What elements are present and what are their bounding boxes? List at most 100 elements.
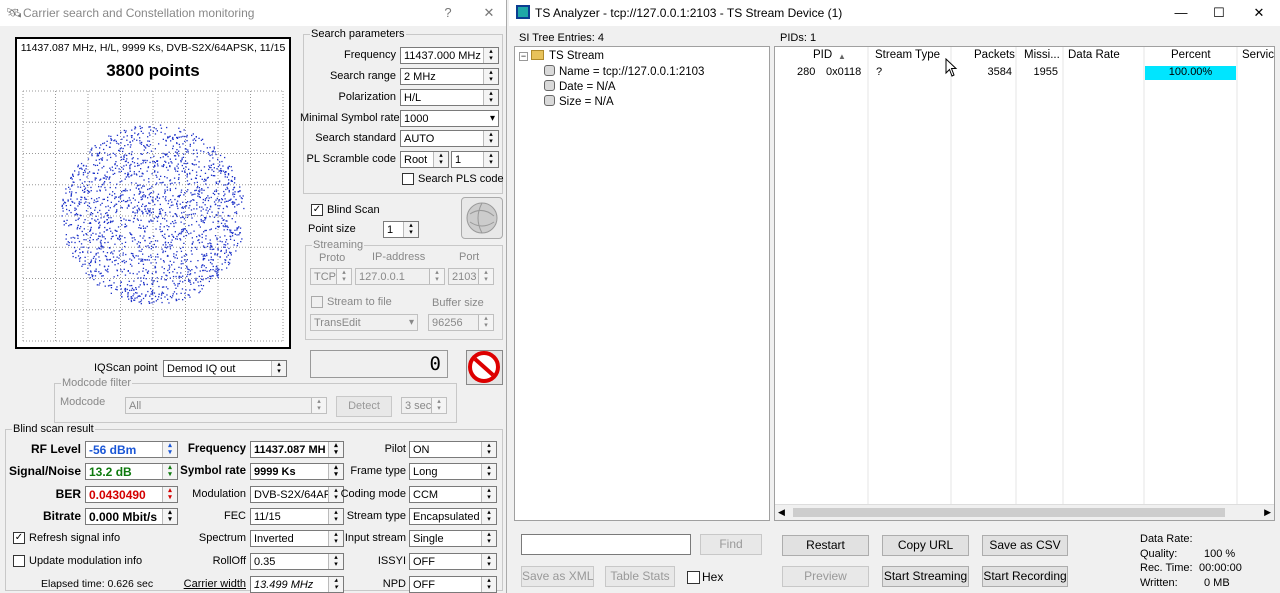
help-icon[interactable]: ? [438, 4, 458, 22]
constellation-point [62, 198, 64, 201]
constellation-point [186, 231, 188, 233]
constellation-point [137, 277, 139, 279]
col-packets[interactable]: Packets [974, 49, 1015, 61]
detect-button[interactable]: Detect [336, 396, 392, 417]
carrier-width-label[interactable]: Carrier width [176, 577, 246, 592]
table-stats-button[interactable]: Table Stats [605, 566, 675, 587]
copy-url-button[interactable]: Copy URL [882, 535, 969, 556]
start-recording-button[interactable]: Start Recording [982, 566, 1068, 587]
maximize-icon[interactable]: ☐ [1209, 4, 1229, 22]
tree-item[interactable]: Size = N/A [544, 95, 614, 108]
constellation-point [134, 165, 136, 167]
buffer-size-input[interactable]: 96256 [428, 314, 494, 331]
constellation-point [227, 167, 229, 169]
constellation-point [181, 157, 183, 159]
constellation-point [141, 172, 144, 175]
horizontal-scrollbar[interactable]: ◀ ▶ [775, 504, 1274, 520]
constellation-point [220, 222, 223, 224]
search-pls-checkbox[interactable] [402, 173, 414, 185]
si-tree[interactable]: − TS Stream Name = tcp://127.0.0.1:2103 D… [514, 46, 770, 521]
constellation-point [152, 161, 154, 163]
scroll-right-icon[interactable]: ▶ [1264, 507, 1271, 518]
constellation-point [63, 201, 66, 203]
constellation-point [84, 169, 86, 171]
constellation-point [150, 241, 152, 243]
tree-item[interactable]: Name = tcp://127.0.0.1:2103 [544, 65, 704, 78]
constellation-point [161, 301, 163, 304]
port-input[interactable]: 2103 [448, 268, 494, 285]
iqscan-input[interactable]: Demod IQ out [163, 360, 287, 377]
constellation-point [182, 206, 184, 208]
title-bar[interactable]: 🛰 Carrier search and Constellation monit… [0, 0, 506, 26]
save-xml-button[interactable]: Save as XML [521, 566, 594, 587]
constellation-point [100, 272, 102, 274]
globe-button[interactable] [461, 197, 503, 239]
close-icon[interactable]: ✕ [479, 4, 499, 22]
find-button[interactable]: Find [700, 534, 762, 555]
constellation-point [201, 192, 203, 194]
search-range-input[interactable]: 2 MHz [400, 68, 499, 85]
col-data-rate[interactable]: Data Rate [1068, 49, 1120, 61]
constellation-point [214, 203, 216, 206]
col-percent[interactable]: Percent [1171, 49, 1211, 61]
issyi-value: OFF [409, 553, 497, 570]
stream-to-file-checkbox[interactable] [311, 296, 323, 308]
col-missing[interactable]: Missi... [1024, 49, 1060, 61]
constellation-point [172, 215, 174, 218]
frequency-input[interactable]: 11437.000 MHz [400, 47, 499, 64]
pl-scramble-mode-input[interactable]: Root [400, 151, 449, 168]
constellation-point [189, 204, 191, 207]
constellation-point [153, 155, 155, 157]
ip-input[interactable]: 127.0.0.1 [355, 268, 445, 285]
constellation-point [61, 215, 63, 217]
constellation-point [171, 297, 173, 299]
constellation-point [120, 288, 122, 290]
constellation-point [169, 189, 171, 192]
restart-button[interactable]: Restart [782, 535, 869, 556]
col-service[interactable]: Service [1242, 49, 1274, 61]
start-streaming-button[interactable]: Start Streaming [882, 566, 969, 587]
constellation-point [211, 248, 213, 251]
scrollbar-thumb[interactable] [793, 508, 1225, 517]
find-input[interactable] [521, 534, 691, 555]
minimize-icon[interactable]: — [1171, 4, 1191, 22]
search-standard-input[interactable]: AUTO [400, 130, 499, 147]
hex-checkbox[interactable] [687, 571, 700, 584]
stop-button[interactable] [466, 350, 503, 385]
constellation-point [65, 234, 67, 236]
blind-scan-checkbox[interactable]: ✓ [311, 204, 323, 216]
table-row[interactable]: 280 0x0118 ? 3584 1955 100.00% [775, 65, 1274, 81]
file-type-select[interactable]: TransEdit [310, 314, 418, 331]
col-stream-type[interactable]: Stream Type [875, 49, 940, 61]
constellation-point [213, 248, 215, 250]
close-icon[interactable]: ✕ [1249, 4, 1269, 22]
constellation-point [197, 185, 199, 188]
tree-root[interactable]: − TS Stream [519, 50, 604, 62]
refresh-signal-checkbox[interactable]: ✓ [13, 532, 25, 544]
constellation-point [79, 179, 81, 181]
tree-item[interactable]: Date = N/A [544, 80, 616, 93]
title-bar[interactable]: TS Analyzer - tcp://127.0.0.1:2103 - TS … [509, 0, 1280, 26]
constellation-point [172, 275, 175, 278]
constellation-point [149, 214, 151, 216]
interval-input[interactable]: 3 sec [401, 397, 447, 414]
modcode-input[interactable]: All [125, 397, 327, 414]
constellation-point [154, 295, 157, 298]
preview-button[interactable]: Preview [782, 566, 869, 587]
min-symbol-rate-select[interactable]: 1000 [400, 110, 499, 127]
constellation-point [95, 258, 97, 260]
save-csv-button[interactable]: Save as CSV [982, 535, 1068, 556]
col-pid[interactable]: PID [813, 49, 832, 61]
polarization-input[interactable]: H/L [400, 89, 499, 106]
constellation-point [216, 237, 218, 239]
scroll-left-icon[interactable]: ◀ [778, 507, 785, 518]
pids-table[interactable]: PID ▲ Stream Type Packets Missi... Data … [774, 46, 1275, 521]
constellation-point [239, 195, 241, 197]
constellation-point [108, 247, 111, 249]
collapse-icon[interactable]: − [519, 52, 528, 61]
pl-scramble-value-input[interactable]: 1 [451, 151, 499, 168]
point-size-input[interactable]: 1 [383, 221, 419, 238]
proto-input[interactable]: TCP [310, 268, 352, 285]
constellation-point [217, 220, 219, 223]
update-modulation-checkbox[interactable] [13, 555, 25, 567]
